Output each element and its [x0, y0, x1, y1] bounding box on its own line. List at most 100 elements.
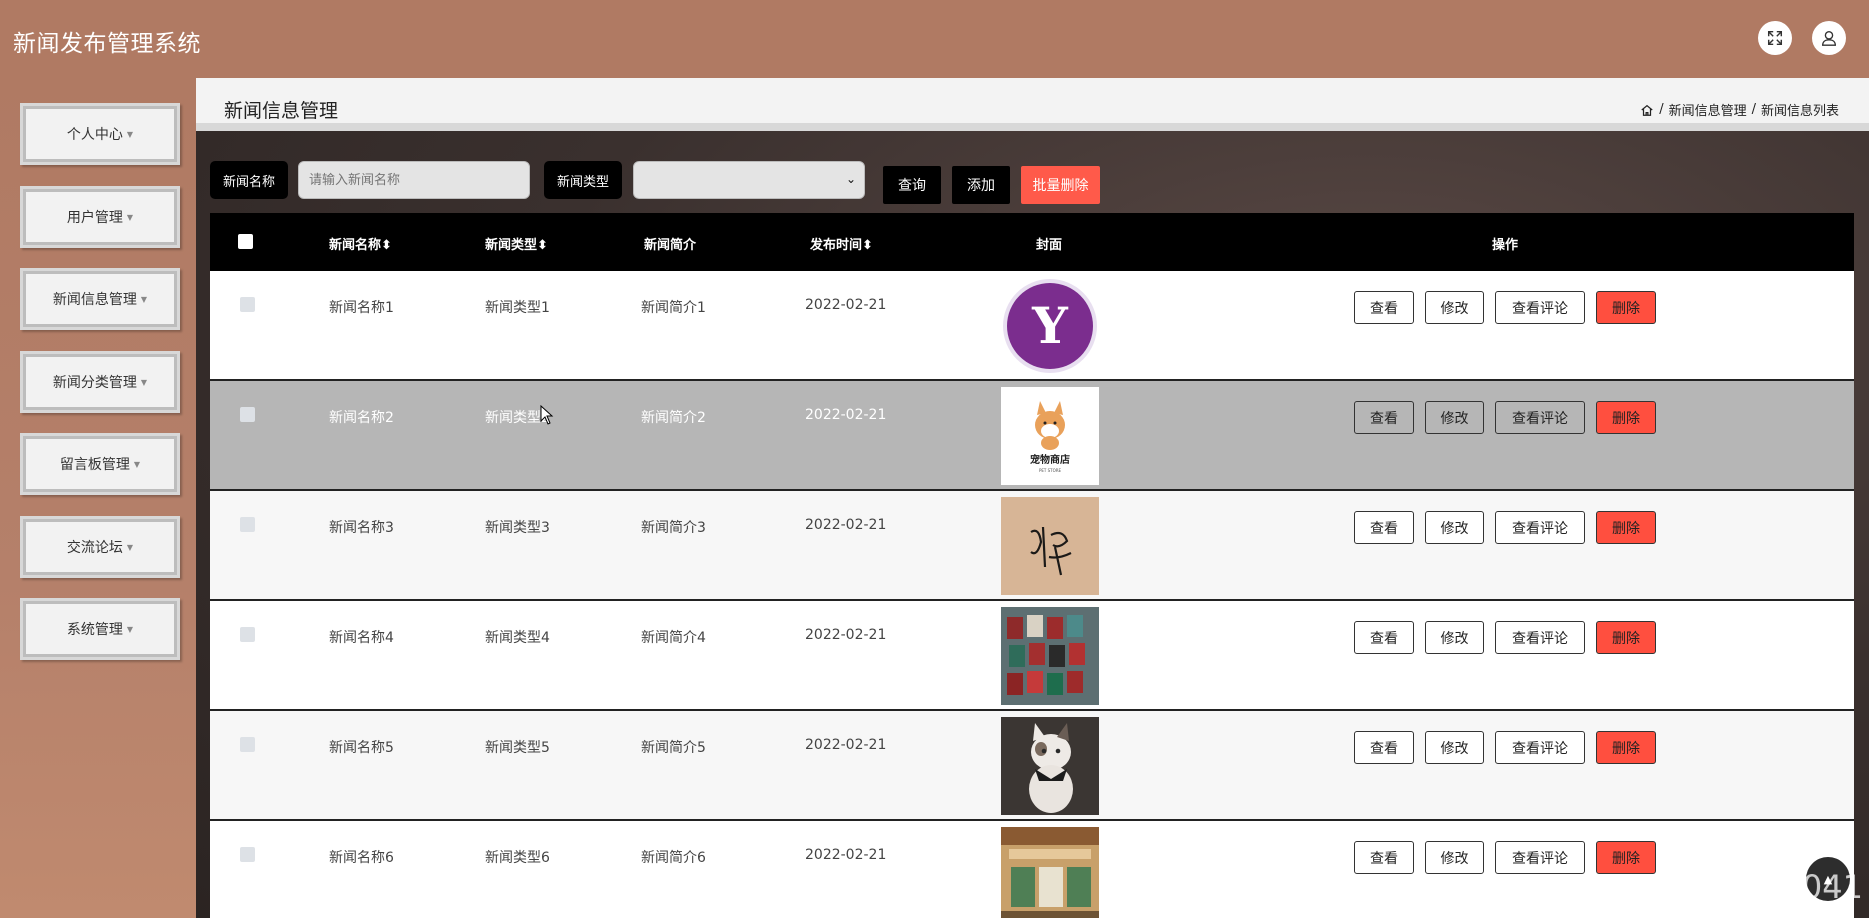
pet-store-en-text: PET STORE	[1039, 468, 1062, 473]
cover-image	[1001, 607, 1099, 705]
delete-button[interactable]: 删除	[1596, 621, 1656, 654]
row-checkbox[interactable]	[240, 517, 255, 532]
page-title: 新闻信息管理	[224, 100, 339, 122]
sidebar-item-news-management[interactable]: 新闻信息管理 ▼	[20, 268, 180, 330]
header-news-intro: 新闻简介	[644, 238, 697, 253]
add-button[interactable]: 添加	[952, 166, 1010, 204]
edit-button[interactable]: 修改	[1425, 731, 1484, 764]
user-avatar-icon[interactable]	[1812, 21, 1846, 55]
batch-delete-button[interactable]: 批量删除	[1021, 166, 1100, 204]
query-button[interactable]: 查询	[883, 166, 941, 204]
cell-news-intro: 新闻简介3	[641, 520, 706, 536]
view-button[interactable]: 查看	[1354, 401, 1414, 434]
view-button[interactable]: 查看	[1354, 291, 1414, 324]
row-checkbox[interactable]	[240, 737, 255, 752]
row-checkbox[interactable]	[240, 627, 255, 642]
chevron-down-icon: ▼	[126, 624, 134, 634]
sidebar-item-personal-center[interactable]: 个人中心 ▼	[20, 103, 180, 165]
page-header: 新闻信息管理 / 新闻信息管理 / 新闻信息列表	[196, 78, 1869, 131]
news-type-label: 新闻类型	[544, 161, 622, 199]
view-comments-button[interactable]: 查看评论	[1495, 621, 1585, 654]
cell-news-intro: 新闻简介6	[641, 850, 706, 866]
cell-news-name: 新闻名称2	[329, 410, 394, 426]
table-row: 新闻名称5 新闻类型5 新闻简介5 2022-02-21 查看 修改 查看评论 …	[210, 711, 1854, 821]
sidebar-item-label: 个人中心	[66, 127, 123, 143]
delete-button[interactable]: 删除	[1596, 731, 1656, 764]
chevron-down-icon: ▼	[126, 542, 134, 552]
view-comments-button[interactable]: 查看评论	[1495, 511, 1585, 544]
view-comments-button[interactable]: 查看评论	[1495, 291, 1585, 324]
view-comments-button[interactable]: 查看评论	[1495, 401, 1585, 434]
header-news-type[interactable]: 新闻类型⬍	[485, 234, 548, 253]
view-button[interactable]: 查看	[1354, 511, 1414, 544]
edit-button[interactable]: 修改	[1425, 291, 1484, 324]
header-publish-time[interactable]: 发布时间⬍	[810, 234, 873, 253]
cell-news-name: 新闻名称6	[329, 850, 394, 866]
chevron-down-icon: ▼	[140, 377, 148, 387]
cell-news-type: 新闻类型3	[485, 520, 550, 536]
cell-publish-date: 2022-02-21	[805, 847, 887, 863]
cell-news-type: 新闻类型4	[485, 630, 550, 646]
cell-publish-date: 2022-02-21	[805, 297, 887, 313]
table-row: 新闻名称1 新闻类型1 新闻简介1 2022-02-21 Y 查看 修改 查看评…	[210, 271, 1854, 381]
view-button[interactable]: 查看	[1354, 731, 1414, 764]
sidebar-item-message-board[interactable]: 留言板管理 ▼	[20, 433, 180, 495]
breadcrumb-item[interactable]: 新闻信息管理	[1669, 100, 1747, 119]
row-checkbox[interactable]	[240, 297, 255, 312]
cell-publish-date: 2022-02-21	[805, 517, 887, 533]
edit-button[interactable]: 修改	[1425, 401, 1484, 434]
top-bar: 新闻发布管理系统	[0, 0, 1869, 78]
select-all-checkbox[interactable]	[238, 234, 253, 249]
cover-image	[1001, 717, 1099, 815]
sidebar-item-category-management[interactable]: 新闻分类管理 ▼	[20, 351, 180, 413]
sidebar-item-forum[interactable]: 交流论坛 ▼	[20, 516, 180, 578]
logo-letter: Y	[1031, 296, 1069, 355]
chevron-down-icon: ⌄	[845, 172, 856, 186]
sidebar-item-system-management[interactable]: 系统管理 ▼	[20, 598, 180, 660]
view-comments-button[interactable]: 查看评论	[1495, 841, 1585, 874]
cell-news-name: 新闻名称4	[329, 630, 394, 646]
chevron-down-icon: ▼	[133, 459, 141, 469]
mouse-cursor-icon	[540, 405, 554, 425]
cell-publish-date: 2022-02-21	[805, 737, 887, 753]
cover-image: Y	[1001, 277, 1099, 375]
cell-publish-date: 2022-02-21	[805, 627, 887, 643]
sort-icon: ⬍	[862, 238, 873, 253]
news-name-search-input[interactable]	[298, 161, 530, 199]
edit-button[interactable]: 修改	[1425, 621, 1484, 654]
breadcrumb-item: 新闻信息列表	[1760, 104, 1839, 119]
header-cover: 封面	[1036, 238, 1063, 253]
cell-news-intro: 新闻简介5	[641, 740, 706, 756]
delete-button[interactable]: 删除	[1596, 511, 1656, 544]
delete-button[interactable]: 删除	[1596, 401, 1656, 434]
view-comments-button[interactable]: 查看评论	[1495, 731, 1585, 764]
watermark: CSDN @CK3041	[1604, 868, 1863, 906]
cover-image	[1001, 497, 1099, 595]
view-button[interactable]: 查看	[1354, 841, 1414, 874]
table-header: 新闻名称⬍ 新闻类型⬍ 新闻简介 发布时间⬍ 封面 操作	[210, 213, 1854, 271]
row-checkbox[interactable]	[240, 847, 255, 862]
news-type-select[interactable]: ⌄	[633, 161, 865, 199]
pet-store-text: 宠物商店	[1030, 453, 1070, 466]
cell-news-type: 新闻类型1	[485, 300, 550, 316]
cell-news-name: 新闻名称1	[329, 300, 394, 316]
cell-news-type: 新闻类型6	[485, 850, 550, 866]
view-button[interactable]: 查看	[1354, 621, 1414, 654]
home-icon[interactable]	[1640, 103, 1654, 117]
sort-icon: ⬍	[537, 238, 548, 253]
app-title: 新闻发布管理系统	[13, 31, 201, 57]
cell-publish-date: 2022-02-21	[805, 407, 887, 423]
edit-button[interactable]: 修改	[1425, 841, 1484, 874]
sidebar-item-user-management[interactable]: 用户管理 ▼	[20, 186, 180, 248]
header-news-name[interactable]: 新闻名称⬍	[329, 234, 392, 253]
fullscreen-icon[interactable]	[1758, 21, 1792, 55]
sidebar-item-label: 交流论坛	[66, 540, 123, 556]
cell-news-intro: 新闻简介2	[641, 410, 706, 426]
cover-image: 宠物商店 PET STORE	[1001, 387, 1099, 485]
delete-button[interactable]: 删除	[1596, 291, 1656, 324]
sidebar-item-label: 新闻分类管理	[52, 375, 137, 391]
sidebar-item-label: 用户管理	[66, 210, 123, 226]
row-checkbox[interactable]	[240, 407, 255, 422]
edit-button[interactable]: 修改	[1425, 511, 1484, 544]
cover-image	[1001, 827, 1099, 918]
